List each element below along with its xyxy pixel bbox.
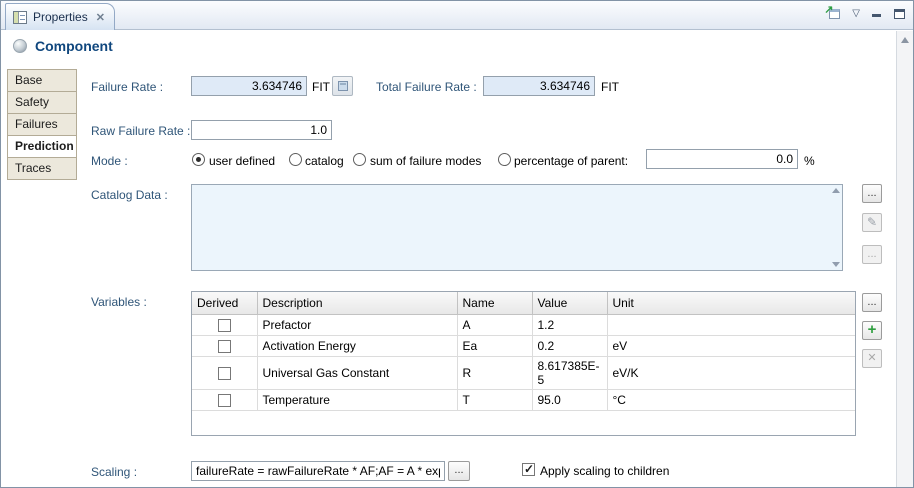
derived-checkbox[interactable]	[218, 367, 231, 380]
copy-failure-rate-button[interactable]	[332, 76, 353, 96]
radio-user-defined[interactable]	[192, 153, 205, 166]
cell-unit[interactable]: eV	[607, 335, 855, 356]
sidebar-tab-safety[interactable]: Safety	[7, 91, 77, 114]
tab-properties-label: Properties	[33, 10, 88, 24]
properties-icon	[13, 11, 27, 24]
table-header-row: Derived Description Name Value Unit	[192, 292, 855, 314]
col-header-value[interactable]: Value	[532, 292, 607, 314]
maximize-icon[interactable]	[894, 9, 905, 19]
scaling-edit-button[interactable]: ...	[448, 461, 470, 481]
radio-sum-of-failure-modes[interactable]	[353, 153, 366, 166]
derived-checkbox[interactable]	[218, 319, 231, 332]
scroll-up-icon[interactable]	[832, 188, 840, 193]
percentage-field[interactable]	[646, 149, 798, 169]
catalog-more-button[interactable]: ...	[862, 245, 882, 264]
col-header-description[interactable]: Description	[257, 292, 457, 314]
apply-scaling-checkbox[interactable]	[522, 463, 535, 476]
catalog-data-label: Catalog Data :	[91, 188, 168, 202]
col-header-name[interactable]: Name	[457, 292, 532, 314]
cell-name[interactable]: T	[457, 389, 532, 410]
cell-value[interactable]: 8.617385E-5	[532, 356, 607, 389]
derived-checkbox[interactable]	[218, 340, 231, 353]
catalog-browse-button[interactable]: ...	[862, 184, 882, 203]
edit-icon: ✎	[867, 215, 877, 229]
derived-checkbox[interactable]	[218, 394, 231, 407]
variables-table: Derived Description Name Value Unit Pref…	[192, 292, 855, 411]
scaling-label: Scaling :	[91, 465, 137, 479]
variables-table-wrap: Derived Description Name Value Unit Pref…	[191, 291, 856, 436]
radio-catalog-label: catalog	[305, 154, 344, 168]
green-arrow-glyph: ↗	[824, 3, 833, 16]
scrollbar-up-icon[interactable]	[901, 37, 909, 43]
copy-icon	[338, 81, 348, 91]
col-header-derived[interactable]: Derived	[192, 292, 257, 314]
sidebar-tab-prediction[interactable]: Prediction	[7, 135, 77, 158]
catalog-data-textarea[interactable]	[191, 184, 843, 271]
component-icon	[13, 39, 27, 53]
cell-value[interactable]: 0.2	[532, 335, 607, 356]
raw-failure-rate-label: Raw Failure Rate :	[91, 124, 190, 138]
tab-properties[interactable]: Properties ✕	[5, 3, 115, 30]
table-row[interactable]: Prefactor A 1.2	[192, 314, 855, 335]
cell-name[interactable]: R	[457, 356, 532, 389]
table-row[interactable]: Temperature T 95.0 °C	[192, 389, 855, 410]
cell-description[interactable]: Prefactor	[257, 314, 457, 335]
scroll-down-icon[interactable]	[832, 262, 840, 267]
failure-rate-field[interactable]	[191, 76, 307, 96]
percentage-unit: %	[804, 154, 815, 168]
mode-label: Mode :	[91, 154, 128, 168]
cell-description[interactable]: Universal Gas Constant	[257, 356, 457, 389]
cell-name[interactable]: A	[457, 314, 532, 335]
cell-value[interactable]: 95.0	[532, 389, 607, 410]
cell-description[interactable]: Temperature	[257, 389, 457, 410]
table-row[interactable]: Universal Gas Constant R 8.617385E-5 eV/…	[192, 356, 855, 389]
variables-label: Variables :	[91, 295, 147, 309]
col-header-unit[interactable]: Unit	[607, 292, 855, 314]
minimize-icon[interactable]	[872, 9, 882, 18]
add-icon: +	[868, 321, 877, 338]
radio-catalog[interactable]	[289, 153, 302, 166]
cell-unit[interactable]: eV/K	[607, 356, 855, 389]
sidebar-tab-base[interactable]: Base	[7, 69, 77, 92]
window-arrow-icon[interactable]: ↗	[825, 7, 840, 20]
sidebar-tab-failures[interactable]: Failures	[7, 113, 77, 136]
variables-more-button[interactable]: ...	[862, 293, 882, 312]
add-variable-button[interactable]: +	[862, 321, 882, 340]
failure-rate-label: Failure Rate :	[91, 80, 163, 94]
total-failure-rate-field[interactable]	[483, 76, 595, 96]
scaling-field[interactable]	[191, 461, 445, 481]
cell-value[interactable]: 1.2	[532, 314, 607, 335]
radio-user-defined-label: user defined	[209, 154, 275, 168]
table-row[interactable]: Activation Energy Ea 0.2 eV	[192, 335, 855, 356]
failure-rate-unit: FIT	[312, 80, 330, 94]
view-menu-icon[interactable]: ▽	[852, 9, 860, 19]
delete-variable-button[interactable]: ✕	[862, 349, 882, 368]
total-failure-rate-unit: FIT	[601, 80, 619, 94]
catalog-data-area	[191, 184, 843, 271]
radio-percentage-of-parent[interactable]	[498, 153, 511, 166]
radio-sum-of-failure-modes-label: sum of failure modes	[370, 154, 481, 168]
total-failure-rate-label: Total Failure Rate :	[376, 80, 477, 94]
view-tabbar: Properties ✕ ↗ ▽	[1, 1, 913, 30]
cell-name[interactable]: Ea	[457, 335, 532, 356]
form-header: Component	[1, 31, 896, 61]
page-title: Component	[35, 38, 113, 54]
apply-scaling-label: Apply scaling to children	[540, 464, 669, 478]
delete-icon: ✕	[867, 352, 876, 364]
catalog-edit-button[interactable]: ✎	[862, 213, 882, 232]
cell-description[interactable]: Activation Energy	[257, 335, 457, 356]
properties-view-window: Properties ✕ ↗ ▽ Component Base Safety F…	[0, 0, 914, 488]
view-toolbar: ↗ ▽	[825, 7, 905, 20]
radio-percentage-of-parent-label: percentage of parent:	[514, 154, 628, 168]
cell-unit[interactable]: °C	[607, 389, 855, 410]
vertical-scrollbar[interactable]	[896, 31, 913, 487]
cell-unit[interactable]	[607, 314, 855, 335]
close-icon[interactable]: ✕	[96, 11, 105, 24]
raw-failure-rate-field[interactable]	[191, 120, 332, 140]
sidebar-tab-traces[interactable]: Traces	[7, 157, 77, 180]
